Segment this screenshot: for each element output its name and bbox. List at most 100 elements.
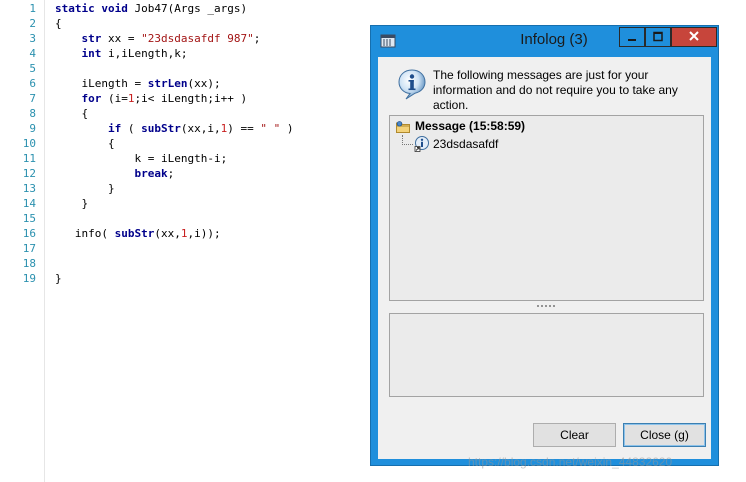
clear-button[interactable]: Clear [533, 423, 616, 447]
code-token: (xx, [154, 227, 181, 240]
code-token: { [55, 17, 62, 30]
line-number: 17 [22, 242, 36, 255]
code-line: 17 [0, 241, 370, 256]
code-line: 13 } [0, 181, 370, 196]
message-tree[interactable]: Message (15:58:59) 23dsdasafdf [389, 115, 704, 301]
line-number: 1 [29, 2, 36, 15]
line-number: 6 [29, 77, 36, 90]
code-token: static void [55, 2, 128, 15]
pane-splitter[interactable] [389, 301, 704, 311]
close-icon [689, 31, 699, 41]
code-token: } [55, 197, 89, 210]
line-number: 5 [29, 62, 36, 75]
code-text: } [55, 196, 88, 211]
code-token: } [55, 272, 62, 285]
details-pane[interactable] [389, 313, 704, 397]
code-line: 9 if ( subStr(xx,i,1) == " " ) [0, 121, 370, 136]
code-token: iLength = [55, 77, 148, 90]
minimize-icon [628, 39, 636, 41]
code-line: 19} [0, 271, 370, 286]
code-line: 10 { [0, 136, 370, 151]
code-token: ) == [227, 122, 261, 135]
line-number: 15 [22, 212, 36, 225]
code-line: 1 static void Job47(Args _args) [0, 1, 370, 16]
code-line: 6 iLength = strLen(xx); [0, 76, 370, 91]
line-number: 4 [29, 47, 36, 60]
code-text: k = iLength-i; [55, 151, 227, 166]
code-token: { [55, 107, 89, 120]
code-text: int i,iLength,k; [55, 46, 188, 61]
info-message: The following messages are just for your… [433, 68, 678, 112]
splitter-grip-icon [536, 305, 556, 307]
code-line: 14 } [0, 196, 370, 211]
code-line: 8 { [0, 106, 370, 121]
code-line: 15 [0, 211, 370, 226]
code-line: 5 [0, 61, 370, 76]
code-line: 2{ [0, 16, 370, 31]
code-text: } [55, 271, 62, 286]
tree-item-label: 23dsdasafdf [433, 137, 499, 151]
info-icon [398, 69, 426, 100]
title-bar[interactable]: Infolog (3) [371, 26, 718, 56]
code-token: for [81, 92, 102, 105]
tree-connector [402, 144, 413, 145]
code-token: ,i)); [187, 227, 221, 240]
code-token: int [81, 47, 102, 60]
line-number: 16 [22, 227, 36, 240]
code-text: { [55, 16, 62, 31]
code-token: ;i< iLength;i++ ) [134, 92, 248, 105]
line-number: 12 [22, 167, 36, 180]
code-token: (xx,i, [180, 122, 221, 135]
code-text: info( subStr(xx,1,i)); [55, 226, 221, 241]
code-line: 11 k = iLength-i; [0, 151, 370, 166]
code-token: break [134, 167, 168, 180]
line-number: 2 [29, 17, 36, 30]
code-token: info( [55, 227, 115, 240]
code-token: strLen [147, 77, 188, 90]
info-item-icon [414, 136, 429, 152]
code-token: subStr [114, 227, 155, 240]
maximize-button[interactable] [645, 27, 671, 47]
code-token: k = iLength-i; [55, 152, 228, 165]
code-token: str [81, 32, 102, 45]
minimize-button[interactable] [619, 27, 645, 47]
infolog-app-icon [380, 34, 396, 48]
close-window-button[interactable] [671, 27, 717, 47]
infolog-dialog: Infolog (3) The following messages are j… [370, 25, 719, 466]
code-line: 18 [0, 256, 370, 271]
code-text: } [55, 181, 115, 196]
code-text: static void Job47(Args _args) [55, 1, 247, 16]
code-line: 7 for (i=1;i< iLength;i++ ) [0, 91, 370, 106]
code-text: { [55, 106, 88, 121]
code-token: } [55, 182, 115, 195]
line-number: 19 [22, 272, 36, 285]
code-text: str xx = "23dsdasafdf 987"; [55, 31, 261, 46]
message-folder-icon [396, 121, 410, 133]
code-token: { [55, 137, 115, 150]
code-token: "23dsdasafdf 987" [141, 32, 254, 45]
code-token: 1 [127, 92, 135, 105]
tree-node-label: Message (15:58:59) [415, 119, 526, 133]
code-line: 16 info( subStr(xx,1,i)); [0, 226, 370, 241]
code-token: (i= [101, 92, 128, 105]
code-text: { [55, 136, 115, 151]
code-token: ; [167, 167, 175, 180]
code-token: ( [121, 122, 142, 135]
code-line: 3 str xx = "23dsdasafdf 987"; [0, 31, 370, 46]
code-token: " " [260, 122, 281, 135]
line-number: 11 [22, 152, 36, 165]
code-token: subStr [141, 122, 181, 135]
dialog-content: The following messages are just for your… [378, 57, 711, 459]
watermark: https://blog.csdn.net/weixin_44832620 [468, 455, 673, 469]
close-button[interactable]: Close (g) [623, 423, 706, 447]
line-number: 10 [22, 137, 36, 150]
line-number: 8 [29, 107, 36, 120]
code-text: if ( subStr(xx,i,1) == " " ) [55, 121, 294, 136]
maximize-icon [653, 31, 663, 42]
code-token: i,iLength,k; [101, 47, 188, 60]
